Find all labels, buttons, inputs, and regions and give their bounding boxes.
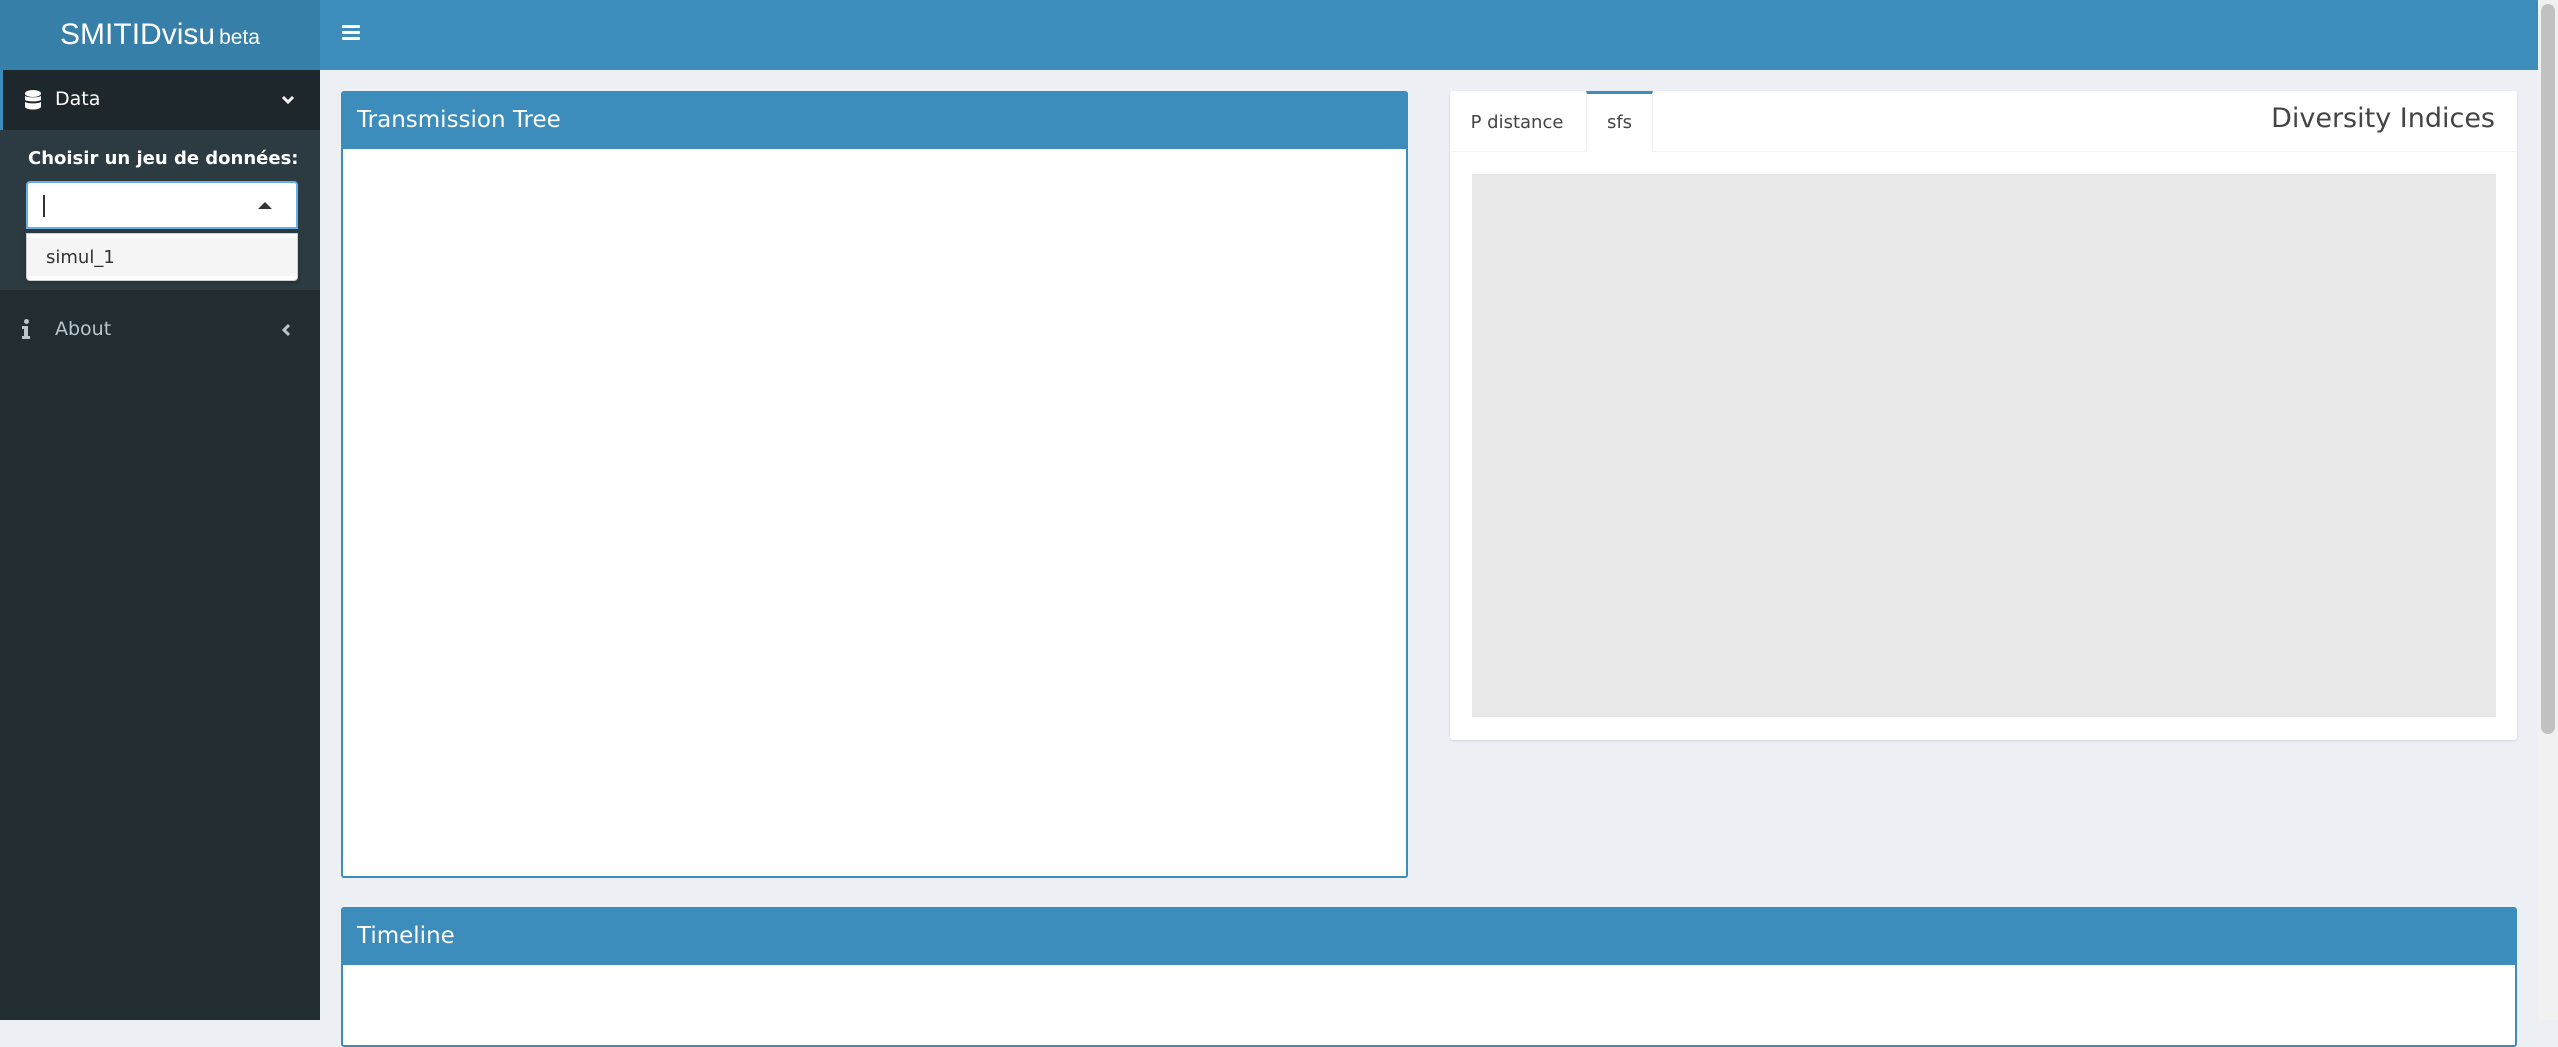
- top-navbar: [320, 0, 2558, 70]
- sidebar: Data Choisir un jeu de données: simul_1 …: [0, 70, 320, 1020]
- sidebar-item-about[interactable]: About: [0, 300, 320, 360]
- chevron-down-icon: [281, 95, 295, 105]
- sidebar-item-data-label: Data: [55, 88, 101, 110]
- app-badge: beta: [219, 26, 260, 49]
- transmission-tree-title: Transmission Tree: [357, 107, 561, 133]
- dataset-dropdown: simul_1: [26, 233, 298, 281]
- chevron-left-icon: [282, 323, 291, 337]
- diversity-tab-bar: P distance sfs Diversity Indices: [1450, 91, 2517, 152]
- dataset-select-input[interactable]: [26, 181, 298, 229]
- tab-sfs[interactable]: sfs: [1586, 91, 1653, 152]
- sidebar-item-about-label: About: [55, 318, 112, 340]
- dataset-option-label: simul_1: [46, 247, 115, 268]
- app-title: SMITIDvisu: [60, 18, 216, 51]
- timeline-header: Timeline: [343, 909, 2515, 965]
- app-logo[interactable]: SMITIDvisu beta: [0, 0, 320, 70]
- sidebar-toggle-icon[interactable]: [342, 25, 360, 41]
- tab-p-distance-label: P distance: [1470, 112, 1564, 133]
- diversity-indices-title: Diversity Indices: [2271, 103, 2495, 134]
- sfs-plot-placeholder: [1472, 174, 2496, 717]
- dataset-select-label: Choisir un jeu de données:: [28, 148, 299, 169]
- tab-p-distance[interactable]: P distance: [1450, 91, 1584, 152]
- info-icon: [22, 319, 30, 339]
- timeline-box: Timeline: [341, 907, 2517, 1047]
- sidebar-item-data[interactable]: Data: [0, 70, 320, 130]
- transmission-tree-box: Transmission Tree: [341, 91, 1408, 878]
- text-cursor: [43, 195, 45, 217]
- caret-up-icon[interactable]: [258, 202, 272, 209]
- dataset-option[interactable]: simul_1: [27, 238, 297, 276]
- page-scrollbar[interactable]: [2538, 0, 2558, 1020]
- scrollbar-thumb[interactable]: [2541, 4, 2555, 734]
- timeline-title: Timeline: [357, 923, 455, 949]
- timeline-plot[interactable]: [343, 965, 2515, 1045]
- database-icon: [25, 90, 41, 110]
- transmission-tree-header: Transmission Tree: [343, 93, 1406, 149]
- transmission-tree-plot[interactable]: [343, 149, 1406, 876]
- tab-sfs-label: sfs: [1606, 112, 1633, 133]
- diversity-indices-box: P distance sfs Diversity Indices: [1450, 91, 2517, 740]
